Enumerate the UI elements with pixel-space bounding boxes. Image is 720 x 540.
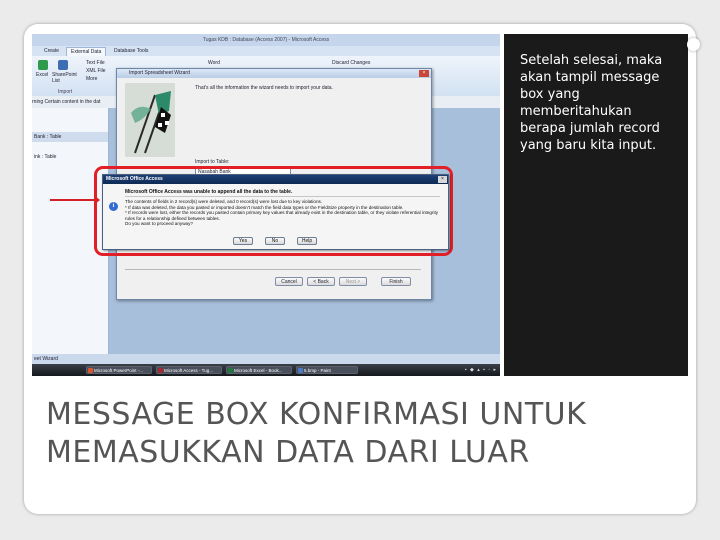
access-message-box: Microsoft Office Access × Microsoft Offi… <box>102 174 449 250</box>
windows-taskbar: Microsoft PowerPoint -... Microsoft Acce… <box>32 364 500 376</box>
wizard-back-button[interactable]: < Back <box>307 277 335 286</box>
paint-icon <box>298 368 303 373</box>
wizard-title: Import Spreadsheet Wizard <box>117 69 431 78</box>
system-tray-icons[interactable]: ▪ ◆ ▴ ▪ ◦ ▸ <box>465 367 497 373</box>
ribbon-discard-changes[interactable]: Discard Changes <box>332 60 370 66</box>
taskbar-item-powerpoint[interactable]: Microsoft PowerPoint -... <box>86 366 152 374</box>
import-group-label: Import <box>58 89 73 95</box>
msgbox-body: The contents of fields in 2 record(s) we… <box>125 199 439 227</box>
taskbar-item-access[interactable]: Microsoft Access - Tug... <box>156 366 222 374</box>
ribbon-word[interactable]: Word <box>208 60 220 66</box>
tab-create[interactable]: Create <box>40 47 63 56</box>
slide-corner-dot <box>687 38 700 51</box>
wizard-finish-button[interactable]: Finish <box>381 277 411 286</box>
slide-title: MESSAGE BOX KONFIRMASI UNTUK MEMASUKKAN … <box>46 397 587 470</box>
powerpoint-icon <box>88 368 93 373</box>
status-bar: eet Wizard <box>32 354 500 364</box>
taskbar-label: Microsoft Access - Tug... <box>164 368 214 373</box>
msgbox-no-button[interactable]: No <box>265 237 285 245</box>
wizard-checkered-flag-icon <box>125 83 175 157</box>
wizard-divider <box>125 269 421 270</box>
pointer-arrow <box>50 196 100 204</box>
ribbon-text-file[interactable]: Text File <box>86 60 105 66</box>
wizard-message: That's all the information the wizard ne… <box>195 85 333 91</box>
excel-icon <box>228 368 233 373</box>
ribbon-tabs: Create External Data Database Tools <box>32 46 500 57</box>
info-icon: i <box>109 202 118 211</box>
taskbar-item-excel[interactable]: Microsoft Excel - Book... <box>226 366 292 374</box>
access-screenshot: Tugas KDB : Database (Access 2007) - Mic… <box>32 34 500 376</box>
msgbox-close-button[interactable]: × <box>438 176 447 183</box>
wizard-next-button[interactable]: Next > <box>339 277 367 286</box>
ribbon-xml-file[interactable]: XML File <box>86 68 106 74</box>
nav-item-table[interactable]: ink : Table <box>34 154 56 160</box>
slide: Tugas KDB : Database (Access 2007) - Mic… <box>24 24 696 514</box>
wizard-cancel-button[interactable]: Cancel <box>275 277 303 286</box>
ribbon-more[interactable]: More <box>86 76 97 82</box>
msgbox-heading: Microsoft Office Access was unable to ap… <box>125 189 293 195</box>
msgbox-title: Microsoft Office Access <box>103 175 448 184</box>
ribbon-sharepoint[interactable]: SharePoint List <box>52 72 82 84</box>
ribbon-excel[interactable]: Excel <box>36 72 48 78</box>
taskbar-item-paint[interactable]: 5.bmp - Paint <box>296 366 358 374</box>
taskbar-label: Microsoft Excel - Book... <box>234 368 283 373</box>
slide-caption: Setelah selesai, maka akan tampil messag… <box>520 53 663 153</box>
import-to-table-label: Import to Table: <box>195 159 230 165</box>
tab-database-tools[interactable]: Database Tools <box>110 47 152 56</box>
msgbox-help-button[interactable]: Help <box>297 237 317 245</box>
wizard-close-button[interactable]: × <box>419 70 429 77</box>
msgbox-divider <box>125 196 440 197</box>
access-icon <box>158 368 163 373</box>
msgbox-yes-button[interactable]: Yes <box>233 237 253 245</box>
sharepoint-icon[interactable] <box>58 60 68 70</box>
taskbar-label: 5.bmp - Paint <box>304 368 331 373</box>
window-title: Tugas KDB : Database (Access 2007) - Mic… <box>32 34 500 46</box>
taskbar-label: Microsoft PowerPoint -... <box>94 368 144 373</box>
nav-header[interactable]: Bank : Table <box>32 132 108 142</box>
excel-icon[interactable] <box>38 60 48 70</box>
